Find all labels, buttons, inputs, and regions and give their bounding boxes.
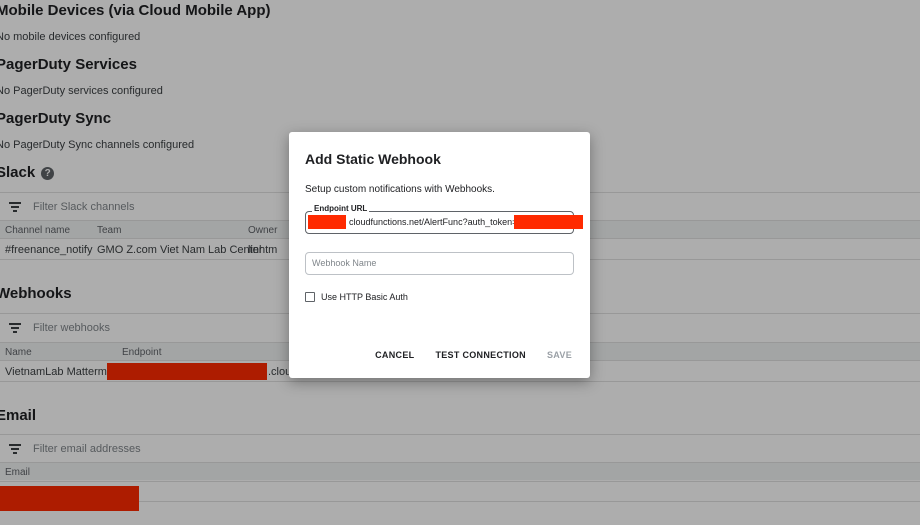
dialog-title: Add Static Webhook — [305, 151, 441, 167]
basic-auth-label[interactable]: Use HTTP Basic Auth — [321, 292, 408, 302]
webhook-name-placeholder: Webhook Name — [312, 258, 377, 268]
webhook-name-field[interactable]: Webhook Name — [305, 252, 574, 275]
endpoint-url-field[interactable]: Endpoint URL cloudfunctions.net/AlertFun… — [305, 204, 583, 234]
redacted-auth-token — [514, 215, 583, 229]
redacted-url-prefix — [308, 215, 346, 229]
basic-auth-row[interactable]: Use HTTP Basic Auth — [305, 292, 408, 302]
dialog-actions: CANCEL TEST CONNECTION SAVE — [375, 350, 572, 360]
endpoint-url-value: cloudfunctions.net/AlertFunc?auth_token= — [349, 217, 518, 227]
cancel-button[interactable]: CANCEL — [375, 350, 414, 360]
test-connection-button[interactable]: TEST CONNECTION — [435, 350, 526, 360]
dialog-description: Setup custom notifications with Webhooks… — [305, 184, 495, 195]
basic-auth-checkbox[interactable] — [305, 292, 315, 302]
endpoint-url-label: Endpoint URL — [312, 204, 370, 213]
add-static-webhook-dialog: Add Static Webhook Setup custom notifica… — [289, 132, 590, 378]
save-button[interactable]: SAVE — [547, 350, 572, 360]
